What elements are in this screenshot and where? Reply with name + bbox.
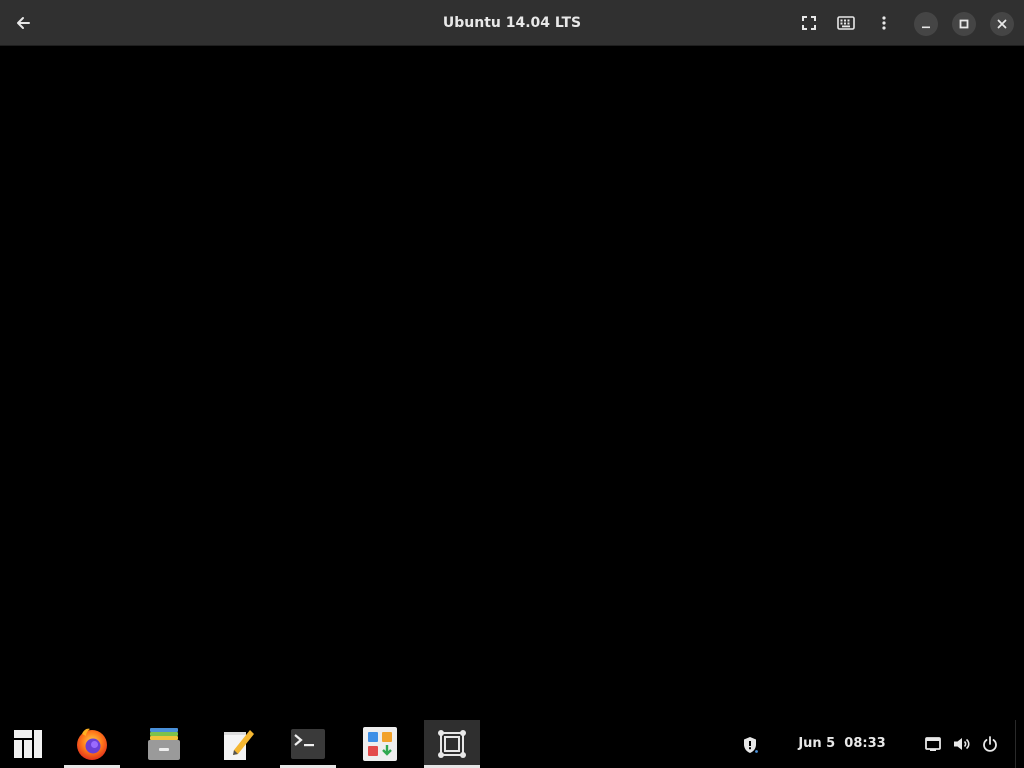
taskbar-edge-divider: [1015, 720, 1016, 768]
power-icon[interactable]: [979, 733, 1001, 755]
maximize-button[interactable]: [952, 12, 976, 36]
fullscreen-icon: [802, 16, 816, 30]
firefox-icon: [77, 728, 107, 760]
window-headerbar: Ubuntu 14.04 LTS: [0, 0, 1024, 46]
close-button[interactable]: [990, 12, 1014, 36]
file-cabinet-icon: [148, 728, 180, 760]
vm-window: Ubuntu 14.04 LTS Jun 5 08:33: [0, 0, 1024, 768]
network-icon[interactable]: [922, 733, 944, 755]
taskbar-item-files[interactable]: [136, 720, 192, 768]
clock[interactable]: Jun 5 08:33: [790, 720, 894, 768]
software-store-icon: [363, 727, 397, 761]
taskbar-item-virtual-machine[interactable]: [424, 720, 480, 768]
keyboard-button[interactable]: [830, 7, 862, 39]
close-icon: [997, 19, 1007, 29]
terminal-icon: [291, 729, 325, 759]
menu-button[interactable]: [868, 7, 900, 39]
taskbar-item-firefox[interactable]: [64, 720, 120, 768]
clock-date: Jun 5: [798, 736, 836, 751]
vm-display-area[interactable]: [0, 46, 1024, 720]
taskbar-item-software[interactable]: [352, 720, 408, 768]
taskbar: Jun 5 08:33: [0, 720, 1024, 768]
maximize-icon: [959, 19, 969, 29]
application-menu-button[interactable]: [6, 720, 50, 768]
taskbar-item-text-editor[interactable]: [210, 720, 266, 768]
text-editor-icon: [224, 730, 254, 760]
manjaro-logo-icon: [14, 730, 42, 758]
vertical-dots-icon: [882, 16, 886, 30]
minimize-button[interactable]: [914, 12, 938, 36]
security-shield-icon[interactable]: [739, 734, 761, 756]
vm-viewer-icon: [438, 730, 466, 758]
keyboard-icon: [837, 16, 855, 30]
clock-time: 08:33: [844, 736, 886, 751]
minimize-icon: [922, 26, 930, 29]
taskbar-item-terminal[interactable]: [280, 720, 336, 768]
fullscreen-button[interactable]: [793, 7, 825, 39]
back-button[interactable]: [7, 7, 39, 39]
volume-icon[interactable]: [951, 733, 973, 755]
arrow-left-icon: [17, 17, 30, 29]
